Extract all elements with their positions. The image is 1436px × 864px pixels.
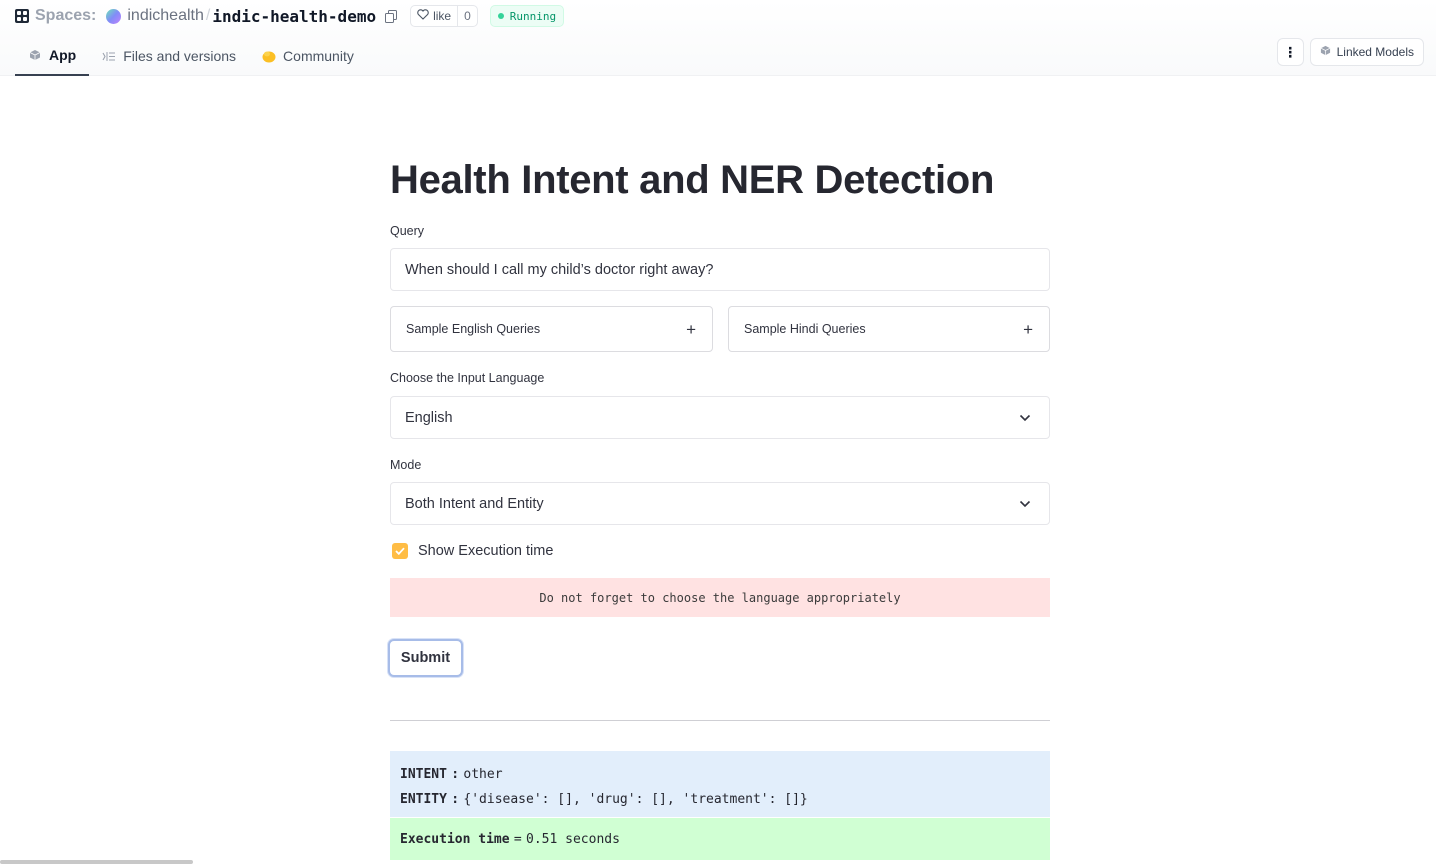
language-label: Choose the Input Language [390,371,545,385]
like-widget: like 0 [410,5,478,27]
linked-models-button[interactable]: Linked Models [1309,38,1424,66]
like-button[interactable]: like [411,6,457,26]
chevron-down-icon [1019,496,1031,512]
app-cube-icon [28,48,42,62]
heart-icon [417,9,429,23]
like-label: like [433,9,452,23]
page-title: Health Intent and NER Detection [390,158,995,202]
language-value: English [405,409,453,426]
mode-value: Both Intent and Entity [405,495,544,512]
entity-key: ENTITY [400,792,447,807]
entity-line: ENTITY : {'disease': [], 'drug': [], 'tr… [400,787,1040,812]
execution-time-box: Execution time = 0.51 seconds [390,818,1050,860]
entity-value: {'disease': [], 'drug': [], 'treatment':… [463,792,808,807]
intent-separator: : [451,767,460,782]
space-title-row: Spaces: indichealth / indic-health-demo … [15,4,565,28]
intent-line: INTENT : other [400,762,1040,787]
model-cube-icon [1320,45,1331,59]
sample-english-label: Sample English Queries [406,322,541,336]
owner-avatar [106,8,122,24]
sample-hindi-expander[interactable]: Sample Hindi Queries + [728,306,1050,352]
query-label: Query [390,224,425,238]
result-divider [390,720,1050,721]
files-icon [102,49,116,63]
status-text: Running [509,9,557,23]
space-header: Spaces: indichealth / indic-health-demo … [0,0,1436,76]
owner-link[interactable]: indichealth [127,7,204,25]
tab-community-label: Community [283,48,354,64]
tab-community[interactable]: Community [249,36,367,76]
tab-files[interactable]: Files and versions [89,36,249,76]
sample-hindi-label: Sample Hindi Queries [744,322,866,336]
execution-time-separator: = [513,831,522,847]
checkmark-icon [395,547,405,555]
more-options-button[interactable]: ⋮ [1276,38,1304,66]
execution-time-key: Execution time [400,831,510,847]
entity-separator: : [451,792,460,807]
header-actions: ⋮ Linked Models [1276,38,1424,66]
tab-files-label: Files and versions [123,48,237,64]
execution-time-checkbox[interactable] [392,543,408,559]
status-dot-icon [497,13,504,19]
mode-label: Mode [390,458,422,472]
execution-time-label: Show Execution time [418,543,554,559]
intent-key: INTENT [400,767,447,782]
sample-english-expander[interactable]: Sample English Queries + [390,306,713,352]
expand-plus-icon: + [686,319,696,339]
intent-value: other [463,767,503,782]
execution-time-checkbox-row: Show Execution time [392,543,553,559]
path-separator: / [205,7,211,24]
spaces-logo-icon [15,9,29,23]
repo-name-link[interactable]: indic-health-demo [212,7,376,26]
linked-models-label: Linked Models [1336,45,1414,59]
language-select[interactable]: English [390,396,1050,439]
expand-plus-icon: + [1023,319,1033,339]
tab-app-label: App [49,47,77,63]
chevron-down-icon [1019,410,1031,426]
mode-select[interactable]: Both Intent and Entity [390,482,1050,525]
status-badge: Running [489,5,565,27]
like-count[interactable]: 0 [457,6,477,26]
copy-icon[interactable] [384,9,398,23]
result-info-box: INTENT : other ENTITY : {'disease': [], … [390,751,1050,817]
execution-time-value: 0.51 seconds [526,831,620,847]
space-tabs: App Files and versions Community [15,36,367,76]
query-input[interactable]: When should I call my child’s doctor rig… [390,248,1050,291]
submit-button[interactable]: Submit [388,639,463,677]
tab-app[interactable]: App [15,36,90,76]
spaces-link[interactable]: Spaces: [35,7,96,25]
horizontal-scrollbar[interactable] [0,860,193,864]
community-icon [262,49,276,63]
language-warning-alert: Do not forget to choose the language app… [390,578,1050,617]
